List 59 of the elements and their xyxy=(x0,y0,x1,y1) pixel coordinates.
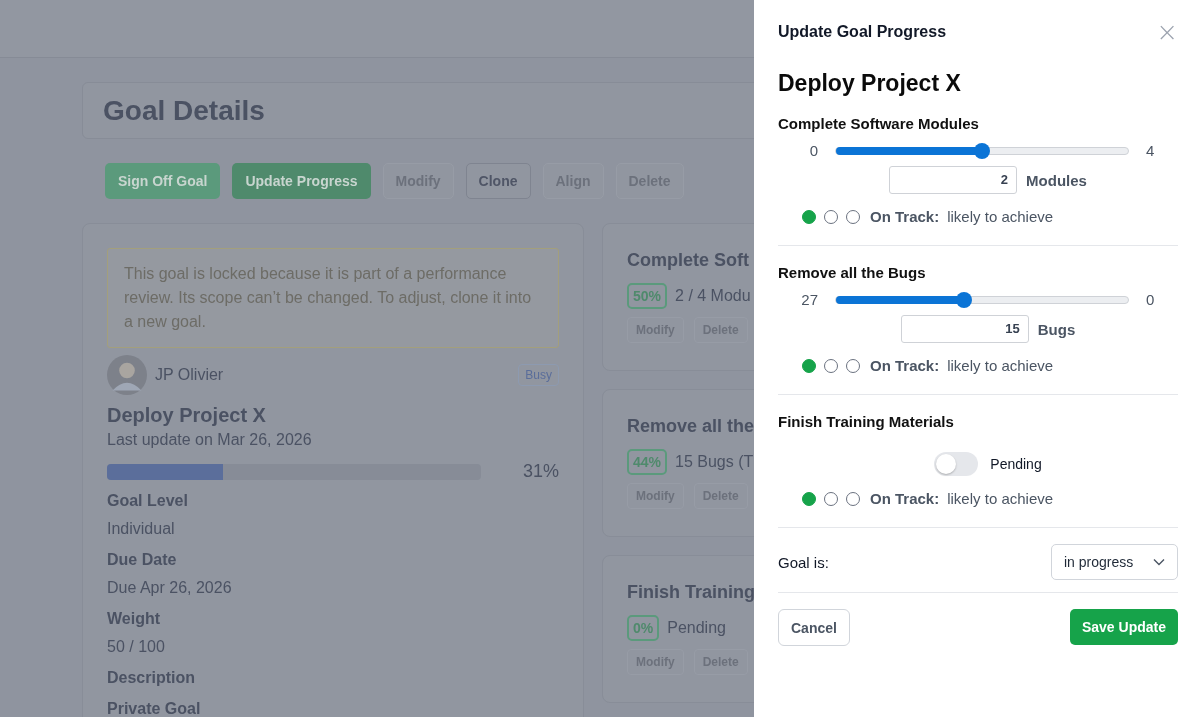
locked-notice: This goal is locked because it is part of a performance review. Its scope can’t be changed. To adjust, clone it into a new goal. xyxy=(107,248,559,348)
field-value: Individual xyxy=(107,519,176,539)
action-button[interactable]: Update Progress xyxy=(232,163,371,199)
slider-max: 0 xyxy=(1146,291,1155,308)
metric-name: Remove all the Bugs xyxy=(778,264,927,281)
field-label: Description xyxy=(107,668,196,688)
last-update: Last update on Mar 26, 2026 xyxy=(107,431,313,449)
status-label: On Track: xyxy=(870,490,940,507)
field-label: Private Goal xyxy=(107,699,202,717)
close-button[interactable]: × xyxy=(1156,20,1178,44)
status-label: On Track: xyxy=(870,357,940,374)
unit-label: Bugs xyxy=(1037,320,1076,338)
unit-label: Modules xyxy=(1026,171,1087,189)
status-select[interactable]: in progress xyxy=(1051,544,1178,580)
field-label: Weight xyxy=(107,609,162,629)
metric-title: Complete Soft xyxy=(627,250,750,271)
metric-title: Remove all the xyxy=(627,416,754,437)
value-input[interactable]: 2 xyxy=(889,166,1018,194)
field-label: Goal Level xyxy=(107,491,189,511)
status-radio[interactable] xyxy=(802,209,816,224)
progress-percent: 31% xyxy=(522,461,559,482)
field-label: Due Date xyxy=(107,550,178,570)
status-label: On Track: xyxy=(870,208,940,225)
action-button[interactable]: Sign Off Goal xyxy=(105,163,221,199)
slider-min: 27 xyxy=(800,291,818,308)
status-radio[interactable] xyxy=(802,358,816,373)
status-text: likely to achieve xyxy=(947,357,1054,374)
status-text: likely to achieve xyxy=(947,208,1054,225)
toggle-label: Pending xyxy=(990,456,1042,472)
cancel-button[interactable]: Cancel xyxy=(778,609,850,646)
metric-name: Complete Software Modules xyxy=(778,115,980,132)
percent-badge: 44% xyxy=(627,449,668,475)
slider-thumb[interactable] xyxy=(956,291,973,308)
field-value: 50 / 100 xyxy=(107,637,166,657)
slider-min: 0 xyxy=(808,142,818,159)
goal-status-label: Goal is: xyxy=(778,553,829,571)
slider-thumb[interactable] xyxy=(974,142,990,159)
metric-summary: Pending xyxy=(667,619,726,637)
percent-badge: 50% xyxy=(627,283,668,309)
save-button[interactable]: Save Update xyxy=(1069,609,1178,645)
drawer-title: Update Goal Progress xyxy=(778,23,947,41)
goal-heading: Deploy Project X xyxy=(778,70,962,97)
slider-max: 4 xyxy=(1146,142,1155,159)
status-radio[interactable] xyxy=(802,491,816,506)
value-input[interactable]: 15 xyxy=(900,315,1029,343)
chevron-down-icon xyxy=(1153,558,1165,566)
metric-name: Finish Training Materials xyxy=(778,413,955,430)
status-text: likely to achieve xyxy=(947,490,1054,507)
outline-button[interactable]: Clone xyxy=(465,163,531,199)
metric-summary: 2 / 4 Modu xyxy=(675,287,751,305)
metric-title: Finish Training xyxy=(627,582,754,603)
field-value: Due Apr 26, 2026 xyxy=(107,578,233,598)
toggle-switch[interactable] xyxy=(934,452,979,476)
page-title: Goal Details xyxy=(103,94,265,127)
goal-title: Deploy Project X xyxy=(107,404,267,427)
metric-summary: 15 Bugs (T xyxy=(675,453,754,471)
owner-name: JP Olivier xyxy=(155,366,225,384)
avatar xyxy=(107,355,147,395)
percent-badge: 0% xyxy=(627,615,660,641)
